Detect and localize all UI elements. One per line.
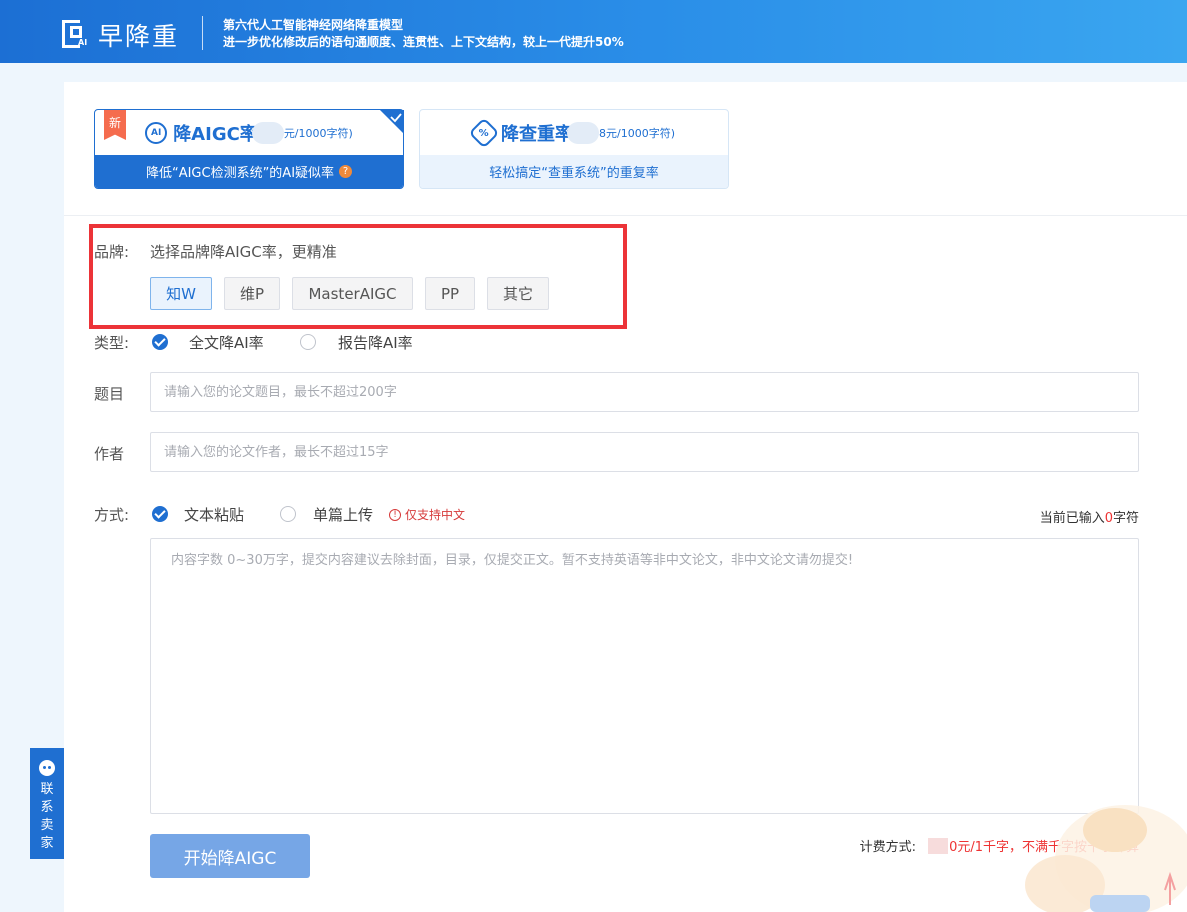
radio-upload[interactable] [280, 506, 296, 522]
tab-reduce-duplication[interactable]: % 降查重率 8元/1000字符) 轻松搞定“查重系统”的重复率 [419, 109, 729, 189]
radio-full-text-checked[interactable] [152, 334, 168, 350]
slogan-line-2: 进一步优化修改后的语句通顺度、连贯性、上下文结构，较上一代提升50% [223, 35, 624, 49]
mascot-decoration-icon [1025, 805, 1187, 912]
logo[interactable]: AI 早降重 [62, 17, 179, 53]
option-text-paste[interactable]: 文本粘贴 [184, 504, 244, 525]
brand-button-masteraigc[interactable]: MasterAIGC [292, 277, 413, 310]
title-label: 题目 [94, 385, 125, 403]
percent-icon: % [468, 117, 500, 149]
brand-button-pp[interactable]: PP [425, 277, 475, 310]
contact-seller-label: 联 系 卖 家 [40, 782, 54, 851]
tab-reduce-duplication-subtitle: 轻松搞定“查重系统”的重复率 [489, 166, 659, 181]
warning-text: 仅支持中文 [405, 508, 466, 522]
brand-button-weip[interactable]: 维P [224, 277, 280, 310]
logo-icon: AI [62, 20, 90, 50]
slogan-line-1: 第六代人工智能神经网络降重模型 [223, 18, 404, 32]
start-reduce-aigc-button[interactable]: 开始降AIGC [150, 834, 310, 878]
char-counter: 当前已输入0字符 [1039, 511, 1139, 526]
brand-button-zhiw[interactable]: 知W [150, 277, 212, 310]
content-textarea[interactable] [150, 538, 1139, 814]
warning-icon: ! [389, 508, 401, 521]
tab-reduce-aigc-subtitle: 降低“AIGC检测系统”的AI疑似率 [145, 166, 335, 181]
option-report[interactable]: 报告降AI率 [338, 332, 413, 353]
chinese-only-warning: ! 仅支持中文 [389, 506, 465, 523]
top-banner: AI 早降重 第六代人工智能神经网络降重模型 进一步优化修改后的语句通顺度、连贯… [0, 0, 1187, 63]
divider [64, 215, 1187, 216]
pricing-label: 计费方式: [859, 840, 917, 855]
tab-reduce-aigc-title: 降AIGC率 [173, 124, 258, 145]
tab-reduce-aigc[interactable]: AI 降AIGC率 元/1000字符) 降低“AIGC检测系统”的AI疑似率 ? [94, 109, 404, 189]
type-label: 类型: [94, 334, 130, 352]
slogan: 第六代人工智能神经网络降重模型 进一步优化修改后的语句通顺度、连贯性、上下文结构… [223, 17, 624, 51]
price-blur [928, 837, 949, 854]
ai-icon: AI [145, 122, 168, 144]
help-icon[interactable]: ? [339, 165, 353, 178]
brand-button-other[interactable]: 其它 [487, 277, 549, 310]
author-label: 作者 [94, 445, 125, 463]
contact-seller-button[interactable]: 联 系 卖 家 [30, 748, 64, 859]
brand-label: 品牌: [94, 243, 130, 261]
brand-hint: 选择品牌降AIGC率，更精准 [150, 243, 337, 261]
price-blur [251, 122, 284, 144]
header-divider [202, 16, 203, 50]
radio-paste-checked[interactable] [152, 506, 168, 522]
title-input[interactable] [150, 372, 1139, 412]
char-count-value: 0 [1104, 511, 1113, 526]
author-input[interactable] [150, 432, 1139, 472]
tab-reduce-duplication-title: 降查重率 [501, 124, 573, 145]
option-full-text[interactable]: 全文降AI率 [189, 332, 264, 353]
logo-text: 早降重 [98, 22, 180, 51]
tab-reduce-aigc-price: 元/1000字符) [283, 127, 353, 140]
selected-check-icon [380, 110, 404, 134]
price-blur [567, 122, 599, 144]
chat-icon [39, 760, 55, 776]
option-single-upload[interactable]: 单篇上传 [313, 504, 373, 525]
mode-label: 方式: [94, 506, 130, 524]
radio-report[interactable] [300, 334, 316, 350]
tab-reduce-duplication-price: 8元/1000字符) [599, 127, 675, 140]
